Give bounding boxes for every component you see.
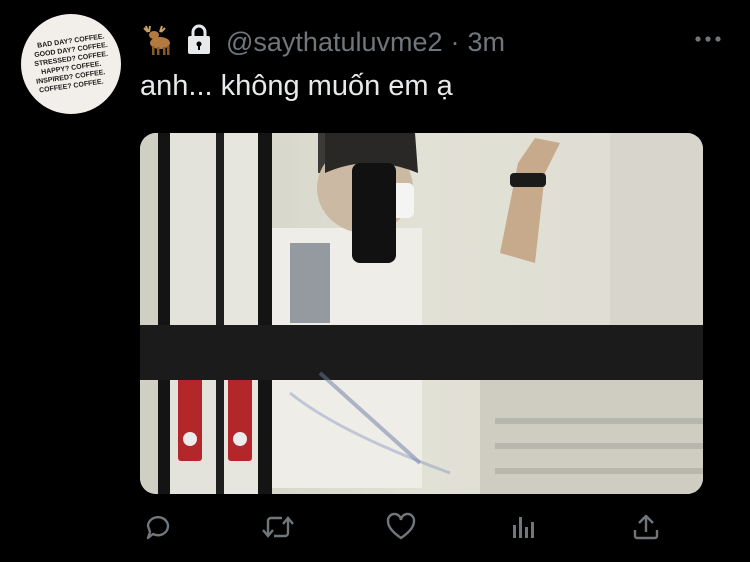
tweet-photo[interactable] [140,133,703,494]
heart-icon[interactable] [385,511,417,548]
tweet-text: anh... không muốn em ạ [140,70,453,102]
timestamp[interactable]: 3m [468,27,506,58]
reply-icon[interactable] [142,511,174,548]
separator-dot: · [450,26,460,57]
action-bar [0,505,750,551]
lock-icon [184,24,214,61]
analytics-icon[interactable] [508,511,540,548]
avatar[interactable]: BAD DAY? COFFEE. GOOD DAY? COFFEE. STRES… [21,14,121,114]
tweet-header: @saythatuluvme2 · 3m [140,24,505,60]
user-handle[interactable]: @saythatuluvme2 [226,27,443,58]
photo-illustration [140,133,703,494]
more-icon[interactable] [694,32,722,50]
share-icon[interactable] [630,511,662,548]
retweet-icon[interactable] [260,511,296,548]
deer-icon [140,24,176,61]
